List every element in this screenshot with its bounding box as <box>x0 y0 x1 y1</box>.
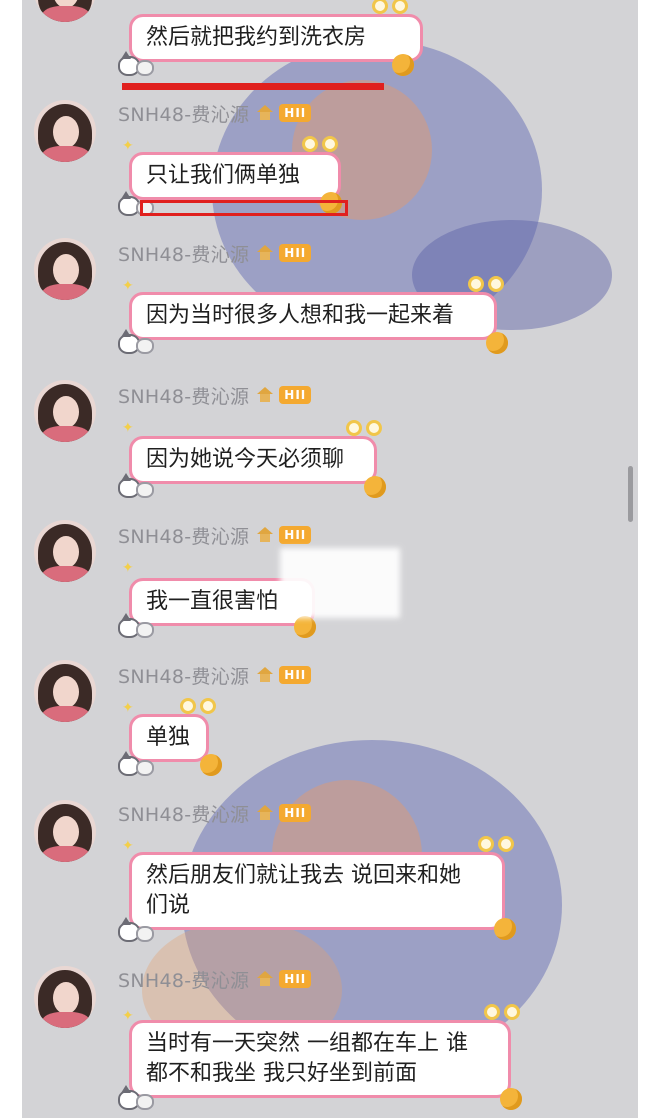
scrollbar[interactable] <box>628 466 633 522</box>
house-icon <box>257 387 274 403</box>
sparkle-icon: ✦ <box>122 1008 134 1024</box>
message-text: 们说 <box>146 893 191 918</box>
avatar[interactable] <box>34 966 96 1028</box>
sender-name[interactable]: SNH48-费沁源 <box>118 966 249 993</box>
sender-row: SNH48-费沁源 HII <box>118 966 312 993</box>
yarn-ball-decoration <box>200 754 222 776</box>
sparkle-icon: ✦ <box>122 138 134 154</box>
sender-row: SNH48-费沁源 HII <box>118 522 312 549</box>
level-badge: HII <box>279 970 312 988</box>
yarn-ball-decoration <box>294 616 316 638</box>
cat-decoration <box>118 1085 156 1112</box>
message-bubble[interactable]: 只让我们俩单独 <box>129 152 341 200</box>
avatar[interactable] <box>34 0 96 22</box>
sender-name[interactable]: SNH48-费沁源 <box>118 100 249 127</box>
message-text: 然后就把我约到洗衣房 <box>146 25 367 50</box>
yarn-ball-decoration <box>494 918 516 940</box>
sender-row: SNH48-费沁源 HII <box>118 100 312 127</box>
level-badge: HII <box>279 804 312 822</box>
message-text: 我一直很害怕 <box>146 589 279 614</box>
sparkle-icon: ✦ <box>122 700 134 716</box>
sender-name[interactable]: SNH48-费沁源 <box>118 800 249 827</box>
sender-row: SNH48-费沁源 HII <box>118 240 312 267</box>
annotation-underline <box>122 83 384 90</box>
avatar[interactable] <box>34 520 96 582</box>
annotation-box <box>140 200 348 216</box>
avatar[interactable] <box>34 660 96 722</box>
sender-row: SNH48-费沁源 HII <box>118 382 312 409</box>
message-text: 当时有一天突然 一组都在车上 谁 <box>146 1031 468 1056</box>
level-badge: HII <box>279 526 312 544</box>
message-text: 因为她说今天必须聊 <box>146 447 345 472</box>
redaction-blur <box>280 548 400 618</box>
message-text: 然后朋友们就让我去 说回来和她 <box>146 863 461 888</box>
level-badge: HII <box>279 386 312 404</box>
house-icon <box>257 105 274 121</box>
avatar[interactable] <box>34 100 96 162</box>
yarn-ball-decoration <box>486 332 508 354</box>
yarn-ball-decoration <box>500 1088 522 1110</box>
avatar[interactable] <box>34 380 96 442</box>
cat-decoration <box>118 51 156 78</box>
message-text: 因为当时很多人想和我一起来着 <box>146 303 455 328</box>
sparkle-icon: ✦ <box>122 420 134 436</box>
message-text: 单独 <box>146 725 191 750</box>
level-badge: HII <box>279 104 312 122</box>
cat-decoration <box>118 473 156 500</box>
sender-name[interactable]: SNH48-费沁源 <box>118 382 249 409</box>
house-icon <box>257 527 274 543</box>
house-icon <box>257 805 274 821</box>
sparkle-icon: ✦ <box>122 838 134 854</box>
house-icon <box>257 667 274 683</box>
cat-decoration <box>118 329 156 356</box>
sender-row: SNH48-费沁源 HII <box>118 662 312 689</box>
sender-row: SNH48-费沁源 HII <box>118 800 312 827</box>
cat-decoration <box>118 751 156 778</box>
message-bubble[interactable]: 然后朋友们就让我去 说回来和她 们说 <box>129 852 505 930</box>
house-icon <box>257 245 274 261</box>
message-bubble[interactable]: 因为她说今天必须聊 <box>129 436 377 484</box>
cat-decoration <box>118 613 156 640</box>
message-bubble[interactable]: 因为当时很多人想和我一起来着 <box>129 292 497 340</box>
sparkle-icon: ✦ <box>122 560 134 576</box>
sender-name[interactable]: SNH48-费沁源 <box>118 662 249 689</box>
chat-view[interactable]: 然后就把我约到洗衣房 SNH48-费沁源 HII ✦ 只让我们俩单独 SNH48… <box>22 0 638 1118</box>
avatar[interactable] <box>34 238 96 300</box>
yarn-ball-decoration <box>364 476 386 498</box>
sender-name[interactable]: SNH48-费沁源 <box>118 240 249 267</box>
house-icon <box>257 971 274 987</box>
sender-name[interactable]: SNH48-费沁源 <box>118 522 249 549</box>
level-badge: HII <box>279 244 312 262</box>
avatar[interactable] <box>34 800 96 862</box>
sparkle-icon: ✦ <box>122 278 134 294</box>
message-bubble[interactable]: 然后就把我约到洗衣房 <box>129 14 423 62</box>
level-badge: HII <box>279 666 312 684</box>
message-text: 只让我们俩单独 <box>146 163 301 188</box>
yarn-ball-decoration <box>392 54 414 76</box>
cat-decoration <box>118 917 156 944</box>
message-bubble[interactable]: 当时有一天突然 一组都在车上 谁 都不和我坐 我只好坐到前面 <box>129 1020 511 1098</box>
message-text: 都不和我坐 我只好坐到前面 <box>146 1061 417 1086</box>
